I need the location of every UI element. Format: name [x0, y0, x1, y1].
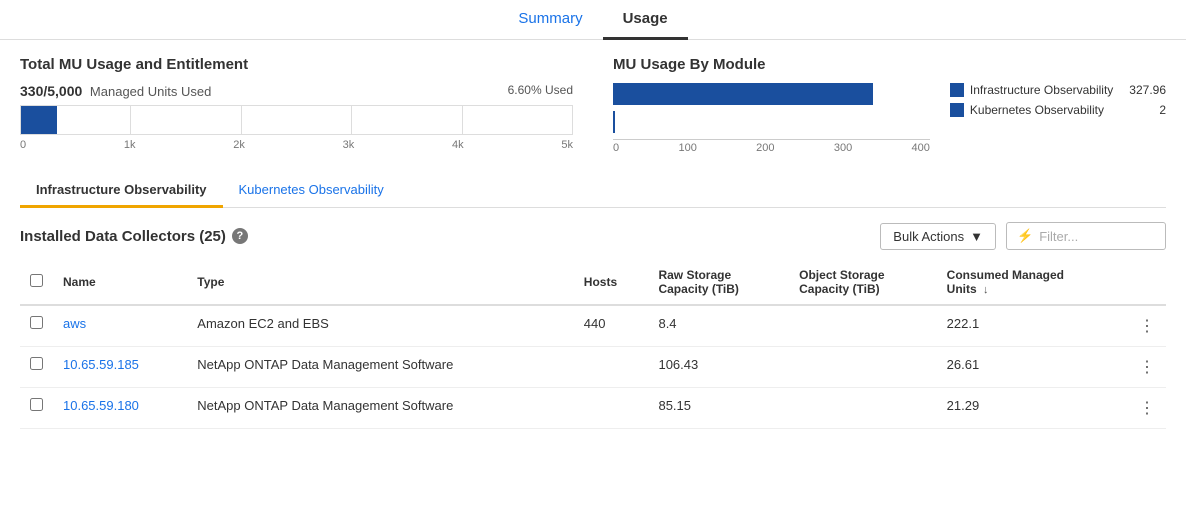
total-mu-bar	[20, 105, 573, 135]
row-name-link[interactable]: 10.65.59.185	[63, 357, 139, 372]
filter-placeholder: Filter...	[1039, 229, 1078, 244]
table-row: aws Amazon EC2 and EBS 440 8.4 222.1 ⋮	[20, 305, 1166, 347]
col-actions	[1129, 260, 1166, 305]
sub-tab-infrastructure[interactable]: Infrastructure Observability	[20, 174, 223, 208]
bulk-actions-label: Bulk Actions	[893, 229, 964, 244]
row-checkbox-cell	[20, 305, 53, 347]
table-title-text: Installed Data Collectors (25)	[20, 228, 226, 245]
row-actions-menu[interactable]: ⋮	[1139, 318, 1156, 335]
row-hosts: 440	[574, 305, 649, 347]
main-tabs: Summary Usage	[0, 0, 1186, 40]
row-name: aws	[53, 305, 187, 347]
col-consumed: Consumed ManagedUnits ↓	[937, 260, 1129, 305]
legend-color-kubernetes	[950, 103, 964, 117]
mu-used-pct: 6.60% Used	[508, 83, 573, 99]
row-type: Amazon EC2 and EBS	[187, 305, 574, 347]
data-table: Name Type Hosts Raw StorageCapacity (TiB…	[20, 260, 1166, 429]
module-bar-infrastructure	[613, 83, 930, 105]
row-name: 10.65.59.185	[53, 347, 187, 388]
sub-tab-kubernetes[interactable]: Kubernetes Observability	[223, 174, 400, 208]
table-row: 10.65.59.185 NetApp ONTAP Data Managemen…	[20, 347, 1166, 388]
sub-tabs: Infrastructure Observability Kubernetes …	[20, 174, 1166, 208]
row-actions-cell: ⋮	[1129, 347, 1166, 388]
row-actions-menu[interactable]: ⋮	[1139, 359, 1156, 376]
row-checkbox-2[interactable]	[30, 398, 43, 411]
table-wrapper: Name Type Hosts Raw StorageCapacity (TiB…	[20, 260, 1166, 429]
total-mu-axis: 0 1k 2k 3k 4k 5k	[20, 139, 573, 151]
row-object-storage	[789, 305, 937, 347]
table-title: Installed Data Collectors (25) ?	[20, 228, 248, 245]
row-name-link[interactable]: 10.65.59.180	[63, 398, 139, 413]
select-all-checkbox[interactable]	[30, 274, 43, 287]
bulk-actions-button[interactable]: Bulk Actions ▼	[880, 223, 996, 250]
row-object-storage	[789, 388, 937, 429]
col-hosts: Hosts	[574, 260, 649, 305]
col-raw-storage: Raw StorageCapacity (TiB)	[648, 260, 789, 305]
row-actions-cell: ⋮	[1129, 305, 1166, 347]
legend-color-infrastructure	[950, 83, 964, 97]
row-raw-storage: 8.4	[648, 305, 789, 347]
module-chart-title: MU Usage By Module	[613, 56, 1166, 73]
row-consumed: 21.29	[937, 388, 1129, 429]
legend-value-kubernetes: 2	[1159, 103, 1166, 117]
charts-row: Total MU Usage and Entitlement 330/5,000…	[20, 56, 1166, 154]
row-checkbox-1[interactable]	[30, 357, 43, 370]
table-header: Name Type Hosts Raw StorageCapacity (TiB…	[20, 260, 1166, 305]
module-bars: 0 100 200 300 400	[613, 83, 930, 154]
row-hosts	[574, 347, 649, 388]
row-hosts	[574, 388, 649, 429]
row-actions-menu[interactable]: ⋮	[1139, 400, 1156, 417]
tab-summary[interactable]: Summary	[498, 0, 602, 40]
mu-numbers: 330/5,000 Managed Units Used	[20, 83, 211, 99]
row-raw-storage: 85.15	[648, 388, 789, 429]
tab-usage[interactable]: Usage	[603, 0, 688, 40]
col-object-storage: Object StorageCapacity (TiB)	[789, 260, 937, 305]
total-mu-section: Total MU Usage and Entitlement 330/5,000…	[20, 56, 573, 154]
row-name: 10.65.59.180	[53, 388, 187, 429]
module-axis: 0 100 200 300 400	[613, 139, 930, 154]
table-actions: Bulk Actions ▼ ⚡ Filter...	[880, 222, 1166, 250]
table-row: 10.65.59.180 NetApp ONTAP Data Managemen…	[20, 388, 1166, 429]
row-type: NetApp ONTAP Data Management Software	[187, 347, 574, 388]
legend-value-infrastructure: 327.96	[1129, 83, 1166, 97]
table-header-row: Installed Data Collectors (25) ? Bulk Ac…	[20, 222, 1166, 250]
row-type: NetApp ONTAP Data Management Software	[187, 388, 574, 429]
row-actions-cell: ⋮	[1129, 388, 1166, 429]
legend-label-infrastructure: Infrastructure Observability	[970, 83, 1113, 97]
col-type: Type	[187, 260, 574, 305]
filter-icon: ⚡	[1017, 228, 1033, 244]
row-checkbox-cell	[20, 388, 53, 429]
row-consumed: 26.61	[937, 347, 1129, 388]
row-raw-storage: 106.43	[648, 347, 789, 388]
col-checkbox	[20, 260, 53, 305]
help-icon[interactable]: ?	[232, 228, 248, 244]
row-checkbox-cell	[20, 347, 53, 388]
sort-icon-consumed: ↓	[983, 284, 989, 296]
row-checkbox-0[interactable]	[30, 316, 43, 329]
module-bar-kubernetes	[613, 111, 930, 133]
row-consumed: 222.1	[937, 305, 1129, 347]
col-name: Name	[53, 260, 187, 305]
module-legend: Infrastructure Observability 327.96 Kube…	[950, 83, 1166, 117]
bulk-actions-chevron-icon: ▼	[970, 229, 983, 244]
row-object-storage	[789, 347, 937, 388]
module-chart-section: MU Usage By Module 0 100 200 300 400	[613, 56, 1166, 154]
row-name-link[interactable]: aws	[63, 316, 86, 331]
total-mu-title: Total MU Usage and Entitlement	[20, 56, 573, 73]
filter-input[interactable]: ⚡ Filter...	[1006, 222, 1166, 250]
legend-label-kubernetes: Kubernetes Observability	[970, 103, 1143, 117]
